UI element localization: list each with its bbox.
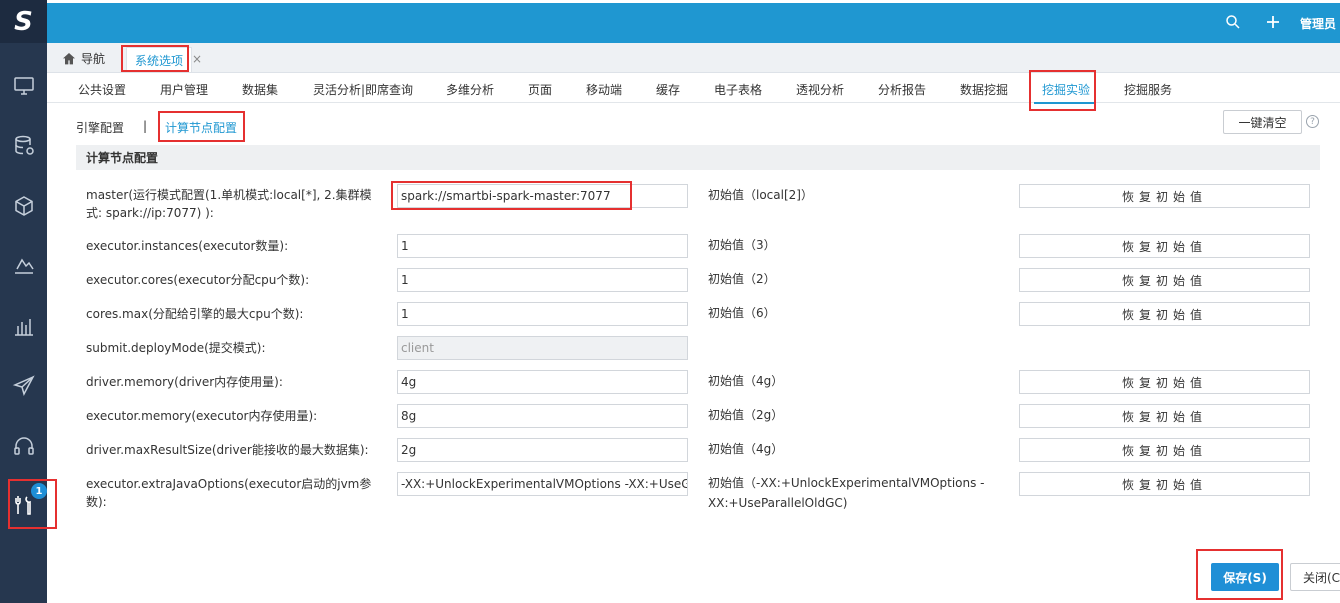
field-label-executor-cores: executor.cores(executor分配cpu个数): [86, 273, 310, 287]
restore-button-max-result-size[interactable]: 恢复初始值 [1019, 438, 1310, 462]
cube-icon[interactable] [8, 190, 39, 221]
bar-chart-icon[interactable] [8, 310, 39, 341]
tab-page[interactable]: 页面 [528, 81, 552, 98]
monitor-icon[interactable] [8, 70, 39, 101]
extra-java-options-input[interactable]: -XX:+UnlockExperimentalVMOptions -XX:+Us… [397, 472, 688, 496]
tab-cache[interactable]: 缓存 [656, 81, 680, 98]
initial-value-max-result-size: 初始值（4g） [708, 442, 784, 456]
field-label-master: master(运行模式配置(1.单机模式:local[*], 2.集群模式: s… [86, 188, 372, 220]
initial-value-extra-java-options: 初始值（-XX:+UnlockExperimentalVMOptions -XX… [708, 476, 985, 510]
executor-instances-input[interactable]: 1 [397, 234, 688, 258]
admin-user[interactable]: 管理员 [1300, 15, 1336, 32]
page-tab-strip: 导航 系统选项 × [47, 43, 1340, 73]
restore-button-executor-cores[interactable]: 恢复初始值 [1019, 268, 1310, 292]
subtab-engine-config[interactable]: 引擎配置 [76, 119, 124, 136]
nav-label: 导航 [81, 52, 106, 66]
field-label-executor-memory: executor.memory(executor内存使用量): [86, 409, 318, 423]
tab-user-management[interactable]: 用户管理 [160, 81, 208, 98]
layers-icon[interactable] [8, 250, 39, 281]
tab-mining-experiment[interactable]: 挖掘实验 [1042, 81, 1090, 98]
cores-max-input[interactable]: 1 [397, 302, 688, 326]
field-label-executor-instances: executor.instances(executor数量): [86, 239, 289, 253]
tab-flexible-analysis[interactable]: 灵活分析|即席查询 [313, 81, 413, 98]
field-label-cores-max: cores.max(分配给引擎的最大cpu个数): [86, 307, 304, 321]
close-tab-icon[interactable]: × [192, 52, 202, 66]
field-label-extra-java-options: executor.extraJavaOptions(executor启动的jvm… [86, 477, 372, 509]
subtab-compute-node-config[interactable]: 计算节点配置 [165, 119, 237, 136]
initial-value-executor-instances: 初始值（3） [708, 238, 776, 252]
headset-icon[interactable] [8, 430, 39, 461]
executor-cores-input[interactable]: 1 [397, 268, 688, 292]
add-icon[interactable] [1264, 13, 1282, 34]
database-settings-icon[interactable] [8, 130, 39, 161]
app-logo[interactable]: S [0, 0, 47, 43]
field-label-deploy-mode: submit.deployMode(提交模式): [86, 341, 266, 355]
driver-memory-input[interactable]: 4g [397, 370, 688, 394]
close-button[interactable]: 关闭(C) [1290, 563, 1340, 591]
restore-button-executor-memory[interactable]: 恢复初始值 [1019, 404, 1310, 428]
restore-button-driver-memory[interactable]: 恢复初始值 [1019, 370, 1310, 394]
save-button[interactable]: 保存(S) [1211, 563, 1279, 591]
field-label-max-result-size: driver.maxResultSize(driver能接收的最大数据集): [86, 443, 369, 457]
max-result-size-input[interactable]: 2g [397, 438, 688, 462]
tab-pivot-analysis[interactable]: 透视分析 [796, 81, 844, 98]
initial-value-executor-cores: 初始值（2） [708, 272, 776, 286]
logo-text: S [14, 6, 33, 37]
tab-data-mining[interactable]: 数据挖掘 [960, 81, 1008, 98]
tab-analysis-report[interactable]: 分析报告 [878, 81, 926, 98]
field-label-driver-memory: driver.memory(driver内存使用量): [86, 375, 283, 389]
initial-value-executor-memory: 初始值（2g） [708, 408, 784, 422]
main-tabs: 公共设置 用户管理 数据集 灵活分析|即席查询 多维分析 页面 移动端 缓存 电… [47, 73, 1340, 104]
tab-spreadsheet[interactable]: 电子表格 [714, 81, 762, 98]
active-tab-underline [1034, 102, 1096, 104]
tab-multidim-analysis[interactable]: 多维分析 [446, 81, 494, 98]
send-icon[interactable] [8, 370, 39, 401]
notification-badge: 1 [31, 483, 47, 499]
section-title: 计算节点配置 [76, 145, 1320, 170]
tab-dataset[interactable]: 数据集 [242, 81, 278, 98]
initial-value-driver-memory: 初始值（4g） [708, 374, 784, 388]
subtab-separator: | [143, 119, 148, 133]
home-icon [63, 52, 75, 64]
left-sidebar: S 1 [0, 0, 47, 603]
tab-system-options[interactable]: 系统选项 [126, 47, 193, 72]
tab-public-settings[interactable]: 公共设置 [78, 81, 126, 98]
restore-button-cores-max[interactable]: 恢复初始值 [1019, 302, 1310, 326]
clear-all-button[interactable]: 一键清空 [1223, 110, 1302, 134]
tab-mobile[interactable]: 移动端 [586, 81, 622, 98]
tab-label: 系统选项 [135, 53, 184, 68]
restore-button-executor-instances[interactable]: 恢复初始值 [1019, 234, 1310, 258]
master-input[interactable]: spark://smartbi-spark-master:7077 [397, 184, 688, 208]
help-icon[interactable]: ? [1306, 115, 1319, 128]
deploy-mode-input: client [397, 336, 688, 360]
restore-button-master[interactable]: 恢复初始值 [1019, 184, 1310, 208]
initial-value-cores-max: 初始值（6） [708, 306, 776, 320]
search-icon[interactable] [1224, 13, 1242, 34]
top-bar: 管理员 [47, 3, 1340, 43]
restore-button-extra-java-options[interactable]: 恢复初始值 [1019, 472, 1310, 496]
executor-memory-input[interactable]: 8g [397, 404, 688, 428]
initial-value-master: 初始值（local[2]） [708, 188, 813, 202]
tools-icon[interactable]: 1 [8, 483, 47, 520]
tab-mining-service[interactable]: 挖掘服务 [1124, 81, 1172, 98]
nav-home[interactable]: 导航 [61, 50, 105, 67]
